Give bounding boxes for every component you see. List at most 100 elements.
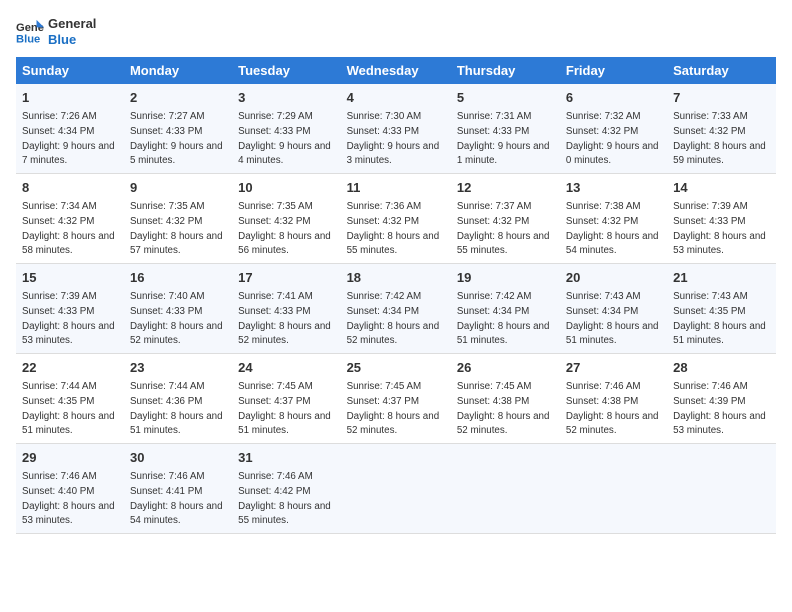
day-number: 25 xyxy=(347,359,445,377)
day-cell: 6 Sunrise: 7:32 AMSunset: 4:32 PMDayligh… xyxy=(560,84,667,174)
column-header-saturday: Saturday xyxy=(667,57,776,84)
logo-icon: General Blue xyxy=(16,18,44,46)
day-cell xyxy=(560,444,667,534)
calendar-table: SundayMondayTuesdayWednesdayThursdayFrid… xyxy=(16,57,776,534)
day-info: Sunrise: 7:33 AMSunset: 4:32 PMDaylight:… xyxy=(673,111,766,166)
day-number: 15 xyxy=(22,269,118,287)
day-cell: 23 Sunrise: 7:44 AMSunset: 4:36 PMDaylig… xyxy=(124,354,232,444)
column-header-friday: Friday xyxy=(560,57,667,84)
day-number: 13 xyxy=(566,179,661,197)
day-cell: 26 Sunrise: 7:45 AMSunset: 4:38 PMDaylig… xyxy=(451,354,560,444)
day-cell: 14 Sunrise: 7:39 AMSunset: 4:33 PMDaylig… xyxy=(667,174,776,264)
week-row-3: 15 Sunrise: 7:39 AMSunset: 4:33 PMDaylig… xyxy=(16,264,776,354)
day-info: Sunrise: 7:43 AMSunset: 4:34 PMDaylight:… xyxy=(566,291,659,346)
day-info: Sunrise: 7:46 AMSunset: 4:40 PMDaylight:… xyxy=(22,471,115,526)
day-number: 23 xyxy=(130,359,226,377)
day-number: 8 xyxy=(22,179,118,197)
day-cell: 3 Sunrise: 7:29 AMSunset: 4:33 PMDayligh… xyxy=(232,84,340,174)
svg-text:Blue: Blue xyxy=(16,33,40,45)
day-number: 1 xyxy=(22,89,118,107)
day-number: 21 xyxy=(673,269,770,287)
day-number: 5 xyxy=(457,89,554,107)
day-number: 12 xyxy=(457,179,554,197)
day-info: Sunrise: 7:36 AMSunset: 4:32 PMDaylight:… xyxy=(347,201,440,256)
week-row-1: 1 Sunrise: 7:26 AMSunset: 4:34 PMDayligh… xyxy=(16,84,776,174)
day-number: 10 xyxy=(238,179,334,197)
column-headers: SundayMondayTuesdayWednesdayThursdayFrid… xyxy=(16,57,776,84)
logo-text: General Blue xyxy=(48,16,96,47)
day-number: 3 xyxy=(238,89,334,107)
day-info: Sunrise: 7:37 AMSunset: 4:32 PMDaylight:… xyxy=(457,201,550,256)
column-header-sunday: Sunday xyxy=(16,57,124,84)
column-header-tuesday: Tuesday xyxy=(232,57,340,84)
day-info: Sunrise: 7:39 AMSunset: 4:33 PMDaylight:… xyxy=(22,291,115,346)
day-number: 27 xyxy=(566,359,661,377)
day-cell: 16 Sunrise: 7:40 AMSunset: 4:33 PMDaylig… xyxy=(124,264,232,354)
day-info: Sunrise: 7:35 AMSunset: 4:32 PMDaylight:… xyxy=(238,201,331,256)
day-cell: 27 Sunrise: 7:46 AMSunset: 4:38 PMDaylig… xyxy=(560,354,667,444)
day-number: 6 xyxy=(566,89,661,107)
day-cell: 4 Sunrise: 7:30 AMSunset: 4:33 PMDayligh… xyxy=(341,84,451,174)
day-cell: 10 Sunrise: 7:35 AMSunset: 4:32 PMDaylig… xyxy=(232,174,340,264)
day-cell: 20 Sunrise: 7:43 AMSunset: 4:34 PMDaylig… xyxy=(560,264,667,354)
day-info: Sunrise: 7:43 AMSunset: 4:35 PMDaylight:… xyxy=(673,291,766,346)
day-info: Sunrise: 7:34 AMSunset: 4:32 PMDaylight:… xyxy=(22,201,115,256)
week-row-2: 8 Sunrise: 7:34 AMSunset: 4:32 PMDayligh… xyxy=(16,174,776,264)
day-info: Sunrise: 7:44 AMSunset: 4:35 PMDaylight:… xyxy=(22,381,115,436)
day-info: Sunrise: 7:45 AMSunset: 4:37 PMDaylight:… xyxy=(238,381,331,436)
column-header-thursday: Thursday xyxy=(451,57,560,84)
day-number: 26 xyxy=(457,359,554,377)
day-cell: 12 Sunrise: 7:37 AMSunset: 4:32 PMDaylig… xyxy=(451,174,560,264)
day-cell xyxy=(341,444,451,534)
day-cell: 24 Sunrise: 7:45 AMSunset: 4:37 PMDaylig… xyxy=(232,354,340,444)
day-cell: 21 Sunrise: 7:43 AMSunset: 4:35 PMDaylig… xyxy=(667,264,776,354)
day-number: 16 xyxy=(130,269,226,287)
day-info: Sunrise: 7:29 AMSunset: 4:33 PMDaylight:… xyxy=(238,111,331,166)
day-cell: 31 Sunrise: 7:46 AMSunset: 4:42 PMDaylig… xyxy=(232,444,340,534)
week-row-4: 22 Sunrise: 7:44 AMSunset: 4:35 PMDaylig… xyxy=(16,354,776,444)
column-header-monday: Monday xyxy=(124,57,232,84)
day-number: 19 xyxy=(457,269,554,287)
day-cell: 7 Sunrise: 7:33 AMSunset: 4:32 PMDayligh… xyxy=(667,84,776,174)
day-info: Sunrise: 7:35 AMSunset: 4:32 PMDaylight:… xyxy=(130,201,223,256)
day-cell: 5 Sunrise: 7:31 AMSunset: 4:33 PMDayligh… xyxy=(451,84,560,174)
week-row-5: 29 Sunrise: 7:46 AMSunset: 4:40 PMDaylig… xyxy=(16,444,776,534)
day-number: 2 xyxy=(130,89,226,107)
page-header: General Blue General Blue xyxy=(16,16,776,47)
day-cell xyxy=(451,444,560,534)
day-number: 29 xyxy=(22,449,118,467)
day-number: 24 xyxy=(238,359,334,377)
day-info: Sunrise: 7:42 AMSunset: 4:34 PMDaylight:… xyxy=(457,291,550,346)
day-info: Sunrise: 7:32 AMSunset: 4:32 PMDaylight:… xyxy=(566,111,659,166)
day-cell xyxy=(667,444,776,534)
day-cell: 25 Sunrise: 7:45 AMSunset: 4:37 PMDaylig… xyxy=(341,354,451,444)
day-info: Sunrise: 7:40 AMSunset: 4:33 PMDaylight:… xyxy=(130,291,223,346)
day-number: 20 xyxy=(566,269,661,287)
day-number: 7 xyxy=(673,89,770,107)
day-info: Sunrise: 7:46 AMSunset: 4:41 PMDaylight:… xyxy=(130,471,223,526)
day-number: 18 xyxy=(347,269,445,287)
day-cell: 13 Sunrise: 7:38 AMSunset: 4:32 PMDaylig… xyxy=(560,174,667,264)
day-cell: 17 Sunrise: 7:41 AMSunset: 4:33 PMDaylig… xyxy=(232,264,340,354)
column-header-wednesday: Wednesday xyxy=(341,57,451,84)
day-info: Sunrise: 7:30 AMSunset: 4:33 PMDaylight:… xyxy=(347,111,440,166)
day-info: Sunrise: 7:39 AMSunset: 4:33 PMDaylight:… xyxy=(673,201,766,256)
day-number: 14 xyxy=(673,179,770,197)
day-cell: 22 Sunrise: 7:44 AMSunset: 4:35 PMDaylig… xyxy=(16,354,124,444)
day-cell: 18 Sunrise: 7:42 AMSunset: 4:34 PMDaylig… xyxy=(341,264,451,354)
day-cell: 8 Sunrise: 7:34 AMSunset: 4:32 PMDayligh… xyxy=(16,174,124,264)
day-info: Sunrise: 7:42 AMSunset: 4:34 PMDaylight:… xyxy=(347,291,440,346)
day-cell: 19 Sunrise: 7:42 AMSunset: 4:34 PMDaylig… xyxy=(451,264,560,354)
day-info: Sunrise: 7:46 AMSunset: 4:38 PMDaylight:… xyxy=(566,381,659,436)
day-number: 22 xyxy=(22,359,118,377)
day-number: 31 xyxy=(238,449,334,467)
logo: General Blue General Blue xyxy=(16,16,96,47)
day-info: Sunrise: 7:44 AMSunset: 4:36 PMDaylight:… xyxy=(130,381,223,436)
day-cell: 11 Sunrise: 7:36 AMSunset: 4:32 PMDaylig… xyxy=(341,174,451,264)
day-number: 17 xyxy=(238,269,334,287)
day-info: Sunrise: 7:26 AMSunset: 4:34 PMDaylight:… xyxy=(22,111,115,166)
day-cell: 15 Sunrise: 7:39 AMSunset: 4:33 PMDaylig… xyxy=(16,264,124,354)
day-cell: 29 Sunrise: 7:46 AMSunset: 4:40 PMDaylig… xyxy=(16,444,124,534)
day-number: 9 xyxy=(130,179,226,197)
day-number: 28 xyxy=(673,359,770,377)
